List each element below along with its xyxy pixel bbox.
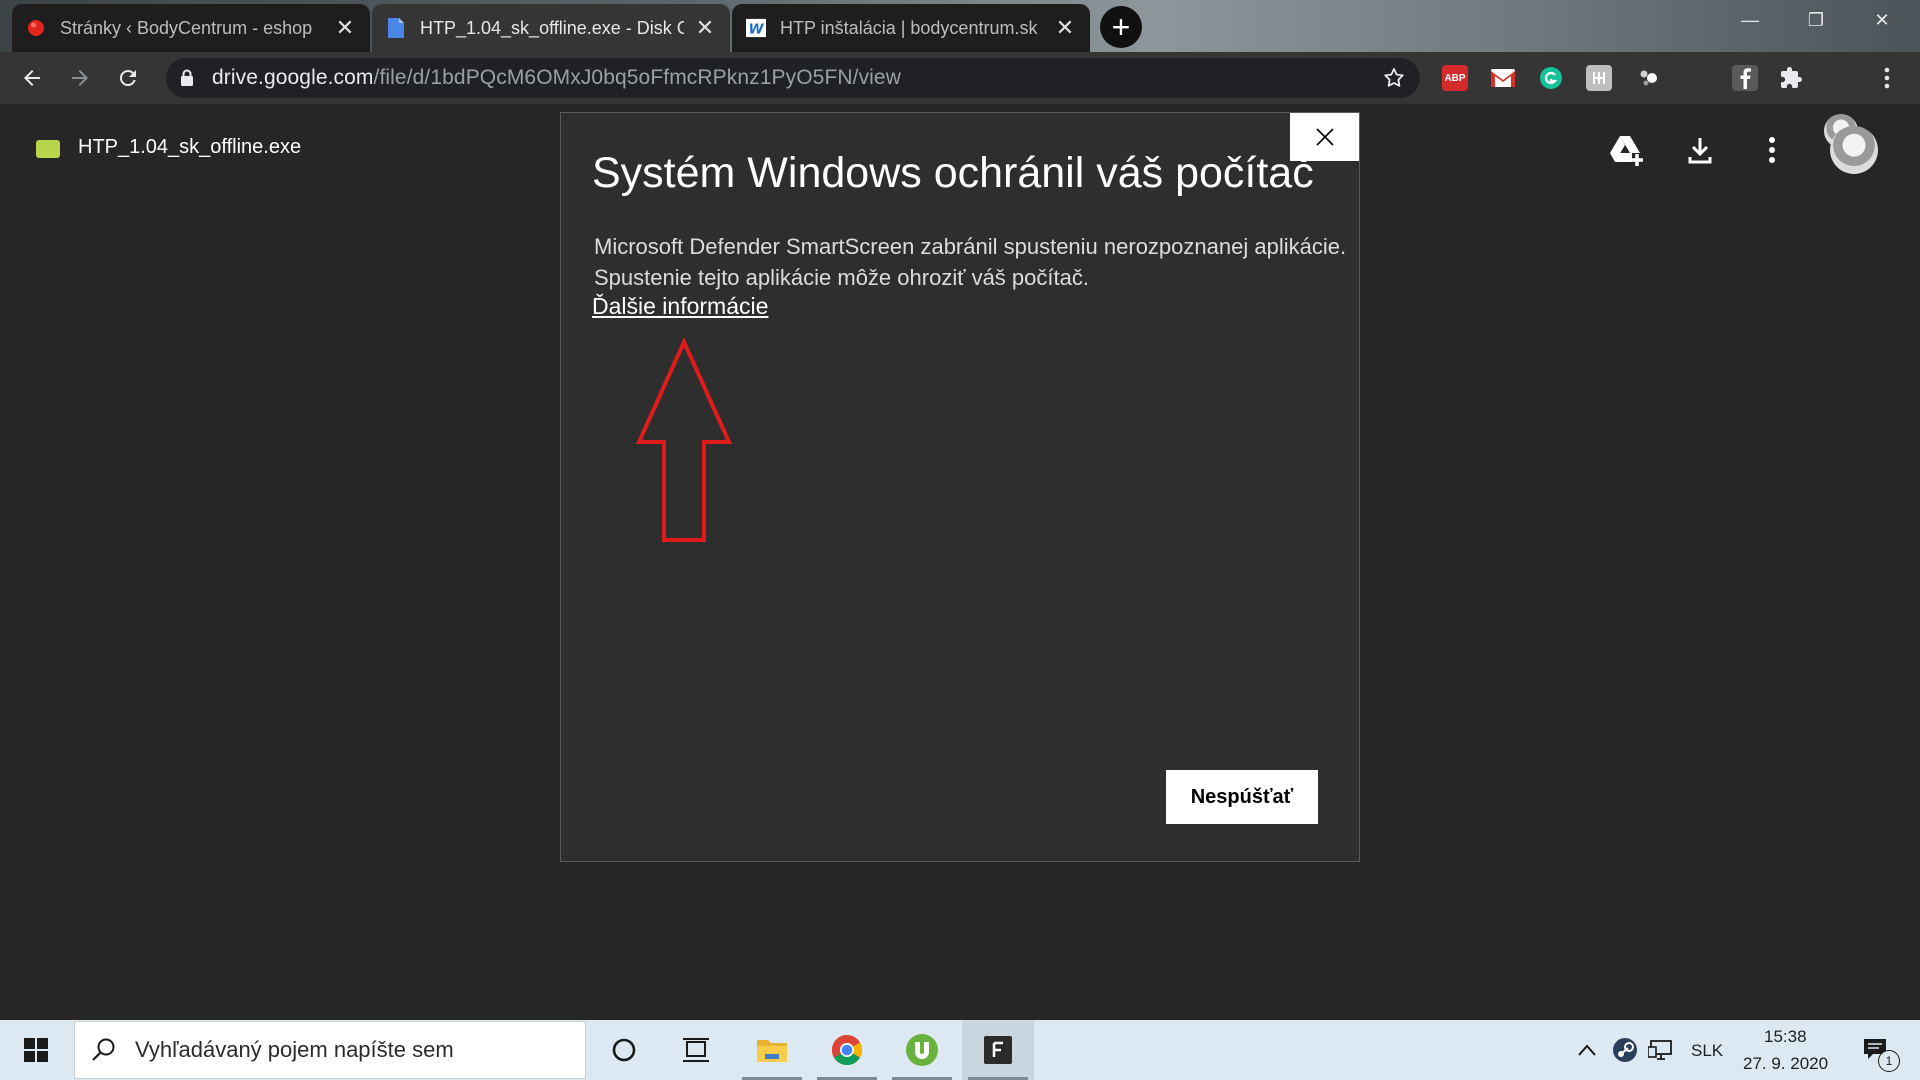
address-bar[interactable]: drive.google.com/file/d/1bdPQcM6OMxJ0bq5… (166, 58, 1420, 98)
search-icon (91, 1037, 121, 1063)
minimize-window-button[interactable]: — (1720, 0, 1780, 40)
back-arrow-icon (24, 70, 40, 86)
gmail-extension-icon[interactable] (1490, 65, 1516, 91)
add-to-drive-button[interactable] (1608, 130, 1648, 170)
download-icon (1688, 138, 1712, 164)
tab-bodycentrum-eshop[interactable]: Stránky ‹ BodyCentrum - eshop ✕ (12, 4, 370, 52)
exe-file-icon (36, 140, 60, 158)
add-to-drive-icon (1610, 136, 1643, 166)
facebook-extension-icon[interactable] (1732, 65, 1758, 91)
more-info-link[interactable]: Ďalšie informácie (592, 293, 768, 320)
browser-menu-icon[interactable] (1874, 65, 1900, 91)
reload-button[interactable] (110, 60, 146, 96)
chevron-up-icon (1578, 1044, 1596, 1056)
download-button[interactable] (1680, 130, 1720, 170)
dialog-message-line: Spustenie tejto aplikácie môže ohroziť v… (594, 265, 1089, 290)
forward-button[interactable] (62, 60, 98, 96)
forward-arrow-icon (72, 70, 88, 86)
clock-date[interactable]: 27. 9. 2020 (1743, 1054, 1828, 1074)
lock-icon (180, 69, 198, 87)
windows-logo-icon (24, 1038, 48, 1062)
notification-count-badge: 1 (1878, 1050, 1900, 1072)
hanzi-extension-icon[interactable] (1586, 65, 1612, 91)
start-button[interactable] (0, 1020, 72, 1080)
file-explorer-taskbar-icon[interactable] (736, 1020, 808, 1080)
more-actions-button[interactable] (1752, 130, 1792, 170)
task-view-icon (683, 1038, 709, 1062)
dialog-message-line: Microsoft Defender SmartScreen zabránil … (594, 234, 1347, 259)
browser-toolbar: drive.google.com/file/d/1bdPQcM6OMxJ0bq5… (0, 52, 1920, 148)
extensions-puzzle-icon[interactable] (1778, 65, 1804, 91)
reload-icon (119, 70, 136, 87)
url-text: drive.google.com/file/d/1bdPQcM6OMxJ0bq5… (212, 66, 901, 90)
network-tray-icon[interactable] (1636, 1020, 1686, 1080)
adblock-plus-extension-icon[interactable]: ABP (1442, 65, 1468, 91)
dialog-title: Systém Windows ochránil váš počítač (592, 149, 1314, 197)
windows-taskbar: Vyhľadávaný pojem napíšte sem SLK 15:38 … (0, 1020, 1920, 1080)
tab-title: HTP inštalácia | bodycentrum.sk (780, 17, 1038, 38)
search-placeholder: Vyhľadávaný pojem napíšte sem (135, 1037, 454, 1062)
tab-htp-installation[interactable]: W HTP inštalácia | bodycentrum.sk ✕ (732, 4, 1090, 52)
close-icon (1315, 128, 1334, 146)
dots-extension-icon[interactable] (1636, 65, 1662, 91)
tab-title: Stránky ‹ BodyCentrum - eshop (60, 17, 313, 38)
dont-run-button[interactable]: Nespúšťať (1166, 770, 1318, 824)
tab-close-icon[interactable]: ✕ (1054, 17, 1076, 39)
restore-window-button[interactable]: ❐ (1786, 0, 1846, 40)
tab-google-drive-file[interactable]: HTP_1.04_sk_offline.exe - Disk Google ✕ (372, 4, 730, 52)
chrome-taskbar-icon[interactable] (811, 1020, 883, 1080)
document-favicon-icon (386, 18, 406, 38)
back-button[interactable] (14, 60, 50, 96)
file-name: HTP_1.04_sk_offline.exe (78, 136, 302, 158)
task-view-button[interactable] (660, 1020, 732, 1080)
dialog-message: Microsoft Defender SmartScreen zabránil … (594, 231, 1347, 293)
red-dot-favicon-icon (26, 18, 46, 38)
bookmark-star-icon[interactable] (1382, 66, 1406, 95)
utorrent-taskbar-icon[interactable] (886, 1020, 958, 1080)
browser-title-bar: Stránky ‹ BodyCentrum - eshop ✕ HTP_1.04… (0, 0, 1920, 52)
close-window-button[interactable]: ✕ (1852, 0, 1912, 40)
grammarly-extension-icon[interactable] (1538, 65, 1564, 91)
cortana-circle-icon (612, 1038, 636, 1062)
url-path: /file/d/1bdPQcM6OMxJ0bq5oFfmcRPknz1PyO5F… (373, 66, 901, 89)
more-vert-icon (1769, 137, 1775, 163)
svg-text:W: W (748, 21, 764, 37)
red-up-arrow-annotation-icon (635, 338, 733, 542)
input-language-indicator[interactable]: SLK (1691, 1041, 1723, 1061)
clock-time[interactable]: 15:38 (1764, 1027, 1807, 1047)
cortana-button[interactable] (588, 1020, 660, 1080)
action-center-button[interactable]: 1 (1848, 1020, 1904, 1080)
tab-title: HTP_1.04_sk_offline.exe - Disk Google (420, 17, 684, 38)
wordpress-w-favicon-icon: W (746, 18, 766, 38)
tab-close-icon[interactable]: ✕ (694, 17, 716, 39)
account-avatar[interactable] (1830, 126, 1878, 174)
new-tab-button[interactable]: + (1100, 6, 1142, 48)
url-host: drive.google.com (212, 66, 374, 89)
f-app-taskbar-icon[interactable] (962, 1020, 1034, 1080)
tab-close-icon[interactable]: ✕ (334, 17, 356, 39)
taskbar-search-box[interactable]: Vyhľadávaný pojem napíšte sem (74, 1021, 586, 1079)
